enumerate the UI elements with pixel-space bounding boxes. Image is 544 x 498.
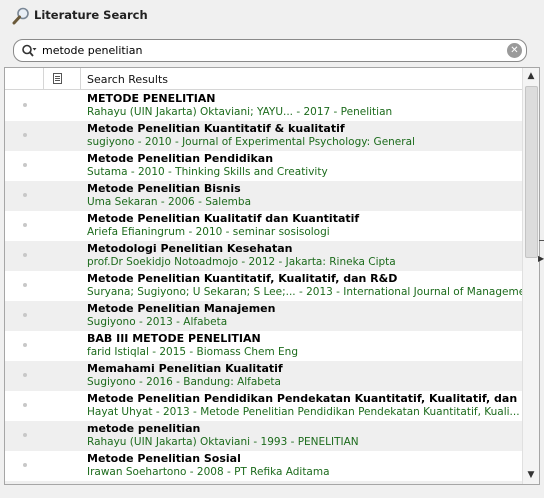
result-title: Metode Penelitian Manajemen: [87, 302, 276, 315]
status-dot: [23, 223, 27, 227]
result-title: Metode Penelitian Pendidikan: [87, 152, 274, 165]
result-title: Metode Penelitian Bisnis: [87, 182, 241, 195]
result-meta: Uma Sekaran - 2006 - Salemba: [87, 196, 252, 208]
list-item[interactable]: Metode Penelitian Pendidikan Pendekatan …: [5, 391, 539, 421]
result-title: BAB III METODE PENELITIAN: [87, 332, 261, 345]
status-dot: [23, 313, 27, 317]
status-dot: [23, 373, 27, 377]
result-title: metode penelitian: [87, 422, 201, 435]
column-divider: [43, 68, 44, 90]
result-meta: Irawan Soehartono - 2008 - PT Refika Adi…: [87, 466, 330, 478]
result-meta: Sugiyono - 2016 - Bandung: Alfabeta: [87, 376, 281, 388]
status-dot: [23, 193, 27, 197]
list-item[interactable]: Metode Penelitian Kuantitatif & kualitat…: [5, 121, 522, 151]
search-icon[interactable]: [21, 44, 37, 58]
list-item[interactable]: METODE PENELITIAN Rahayu (UIN Jakarta) O…: [5, 91, 522, 121]
result-meta: Hayat Uhyat - 2013 - Metode Penelitian P…: [87, 406, 520, 418]
list-item[interactable]: Metodologi Penelitian Kesehatan prof.Dr …: [5, 241, 522, 271]
result-meta: Sugiyono - 2013 - Alfabeta: [87, 316, 228, 328]
result-meta: Sutama - 2010 - Thinking Skills and Crea…: [87, 166, 328, 178]
status-dot: [23, 463, 27, 467]
list-item[interactable]: Metode Penelitian Pendidikan Sutama - 20…: [5, 151, 522, 181]
list-item[interactable]: Memahami Penelitian Kualitatif Sugiyono …: [5, 361, 522, 391]
search-input[interactable]: [42, 42, 502, 59]
status-dot: [23, 133, 27, 137]
result-meta: farid Istiqlal - 2015 - Biomass Chem Eng: [87, 346, 299, 358]
clear-icon[interactable]: ✕: [507, 43, 522, 58]
list-item[interactable]: BAB III METODE PENELITIAN farid Istiqlal…: [5, 331, 522, 361]
list-item[interactable]: metode penelitian Rahayu (UIN Jakarta) O…: [5, 421, 522, 451]
result-meta: Suryana; Sugiyono; U Sekaran; S Lee;... …: [87, 286, 536, 298]
results-column-header: Search Results: [5, 68, 522, 90]
list-item[interactable]: Metode Penelitian Kuantitatif, Kualitati…: [5, 271, 536, 301]
status-dot: [23, 343, 27, 347]
result-title: Metode Penelitian Kuantitatif, Kualitati…: [87, 272, 398, 285]
result-meta: Ariefa Efianingrum - 2010 - seminar sosi…: [87, 226, 330, 238]
magnifier-icon: [12, 7, 29, 25]
results-panel: Search Results METODE PENELITIAN Rahayu …: [4, 67, 540, 485]
result-meta: sugiyono - 2010 - Journal of Experimenta…: [87, 136, 415, 148]
status-dot: [23, 433, 27, 437]
result-title: Metode Penelitian Kuantitatif & kualitat…: [87, 122, 345, 135]
result-title: Metode Penelitian Sosial: [87, 452, 241, 465]
result-title: Metode Penelitian Kualitatif dan Kuantit…: [87, 212, 360, 225]
list-item[interactable]: Metode Penelitian Sosial Irawan Soeharto…: [5, 451, 522, 481]
status-dot: [23, 283, 27, 287]
result-title: Metode Penelitian Pendidikan Pendekatan …: [87, 392, 540, 405]
list-item[interactable]: Metode Penelitian Kualitatif dan Kuantit…: [5, 211, 522, 241]
list-item[interactable]: Metode Penelitian Manajemen Sugiyono - 2…: [5, 301, 522, 331]
scrollbar-thumb[interactable]: [525, 86, 538, 258]
status-dot: [23, 163, 27, 167]
vertical-scrollbar[interactable]: ▲ ▼: [522, 68, 539, 484]
collapse-arrow-icon[interactable]: ▶: [538, 254, 544, 263]
list-item[interactable]: [5, 481, 522, 484]
status-dot: [23, 253, 27, 257]
result-meta: Rahayu (UIN Jakarta) Oktaviani; YAYU... …: [87, 106, 393, 118]
result-title: Memahami Penelitian Kualitatif: [87, 362, 283, 375]
search-results-header[interactable]: Search Results: [87, 73, 168, 86]
result-title: Metodologi Penelitian Kesehatan: [87, 242, 293, 255]
document-icon[interactable]: [53, 73, 62, 84]
scroll-up-arrow-icon[interactable]: ▲: [523, 68, 539, 85]
panel-header: Literature Search: [0, 0, 544, 32]
result-meta: Rahayu (UIN Jakarta) Oktaviani - 1993 - …: [87, 436, 359, 448]
panel-title: Literature Search: [34, 8, 148, 22]
status-dot: [23, 103, 27, 107]
results-list: METODE PENELITIAN Rahayu (UIN Jakarta) O…: [5, 91, 539, 484]
result-meta: prof.Dr Soekidjo Notoadmojo - 2012 - Jak…: [87, 256, 396, 268]
search-box[interactable]: ✕: [13, 39, 527, 62]
scroll-down-arrow-icon[interactable]: ▼: [523, 467, 539, 484]
column-divider: [80, 68, 81, 90]
list-item[interactable]: Metode Penelitian Bisnis Uma Sekaran - 2…: [5, 181, 522, 211]
status-dot: [23, 403, 27, 407]
splitter-tick: [539, 240, 544, 241]
result-title: METODE PENELITIAN: [87, 92, 216, 105]
